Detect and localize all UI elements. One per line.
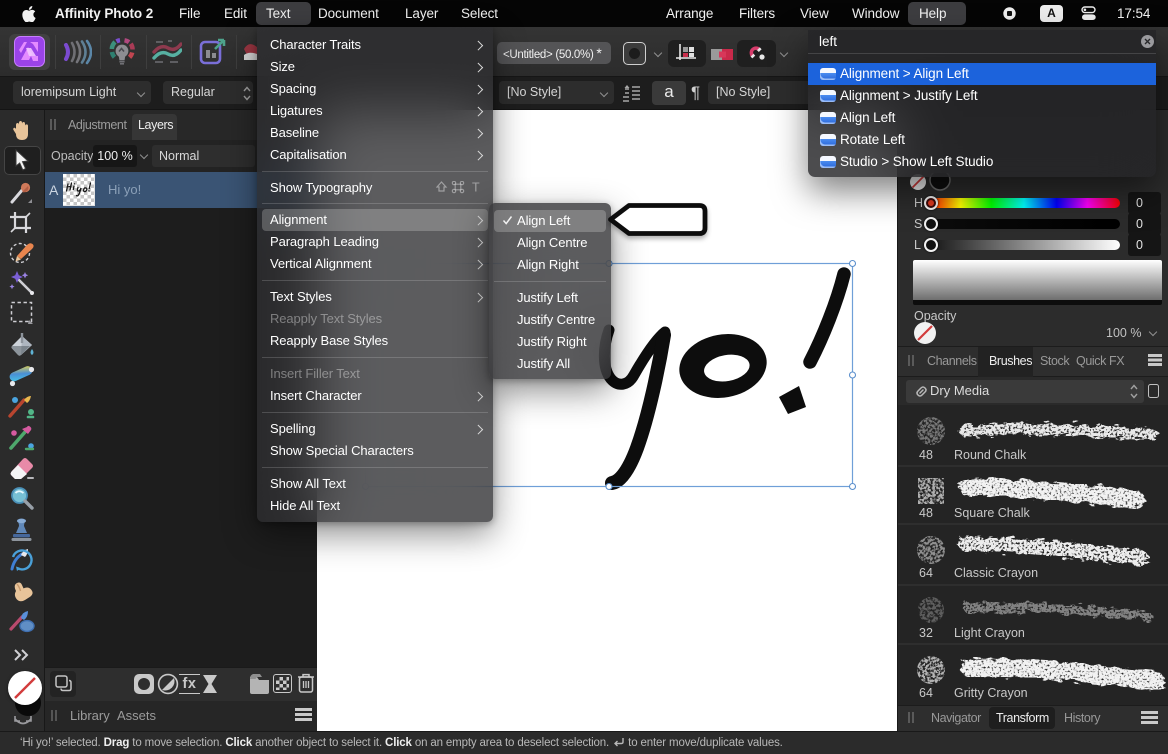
svg-text:Gritty Crayon: Gritty Crayon [954,686,1028,700]
svg-text:Square Chalk: Square Chalk [954,506,1030,520]
svg-text:64: 64 [919,686,933,700]
svg-text:48: 48 [919,506,933,520]
svg-text:48: 48 [919,448,933,462]
svg-text:64: 64 [919,566,933,580]
svg-text:Round Chalk: Round Chalk [954,448,1027,462]
svg-text:Classic Crayon: Classic Crayon [954,566,1038,580]
svg-text:32: 32 [919,626,933,640]
svg-text:Light Crayon: Light Crayon [954,626,1025,640]
svg-text:T: T [472,181,480,194]
